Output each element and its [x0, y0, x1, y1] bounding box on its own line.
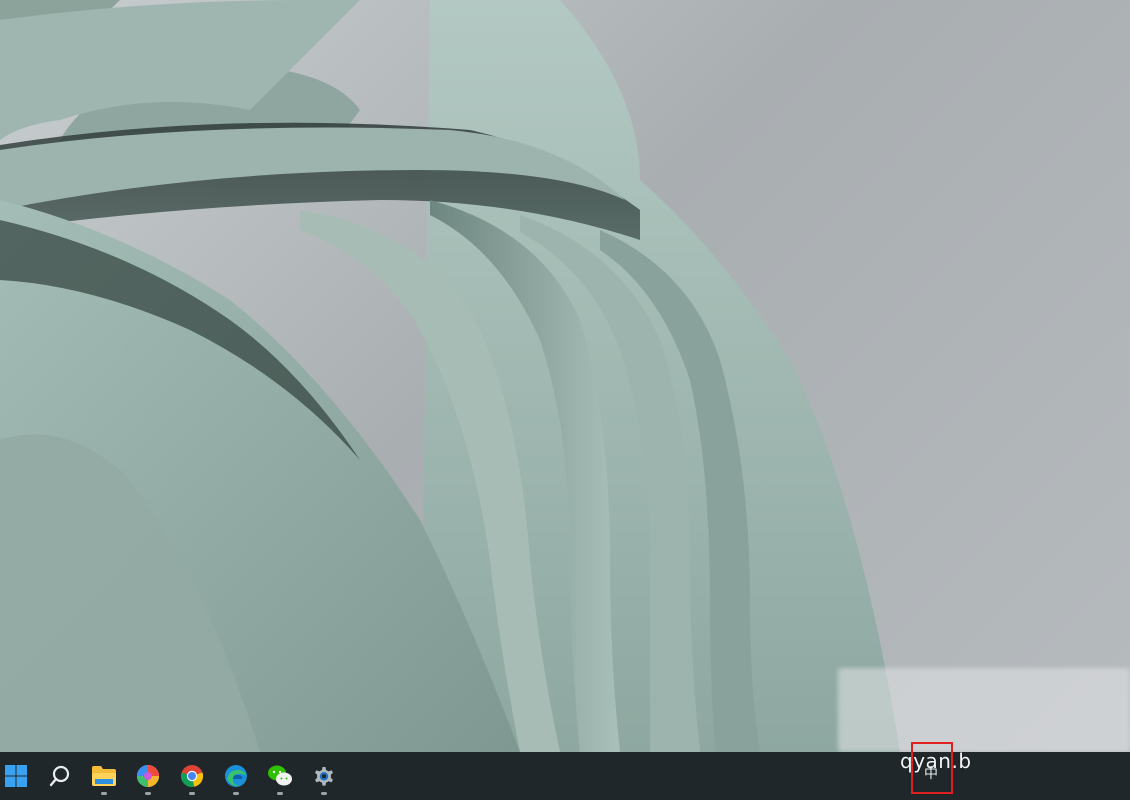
- wallpaper-bloom: [0, 0, 900, 752]
- file-explorer-button[interactable]: [82, 754, 126, 798]
- wechat-button[interactable]: [258, 754, 302, 798]
- edge-icon: [224, 764, 248, 788]
- settings-button[interactable]: [302, 754, 346, 798]
- desktop: [0, 0, 1130, 752]
- running-indicator: [101, 792, 107, 795]
- edge-button[interactable]: [214, 754, 258, 798]
- search-icon: [49, 765, 71, 787]
- chrome-button[interactable]: [170, 754, 214, 798]
- windows-icon: [4, 764, 28, 788]
- running-indicator: [233, 792, 239, 795]
- running-indicator: [145, 792, 151, 795]
- ime-highlight-box: [911, 742, 953, 794]
- gear-icon: [312, 764, 336, 788]
- running-indicator: [277, 792, 283, 795]
- color-app-button[interactable]: [126, 754, 170, 798]
- wechat-icon: [267, 764, 293, 788]
- running-indicator: [189, 792, 195, 795]
- chrome-icon: [180, 764, 204, 788]
- watermark-blur: [838, 668, 1130, 752]
- folder-icon: [91, 765, 117, 787]
- search-button[interactable]: [38, 754, 82, 798]
- start-button[interactable]: [0, 754, 38, 798]
- running-indicator: [321, 792, 327, 795]
- pinwheel-icon: [136, 764, 160, 788]
